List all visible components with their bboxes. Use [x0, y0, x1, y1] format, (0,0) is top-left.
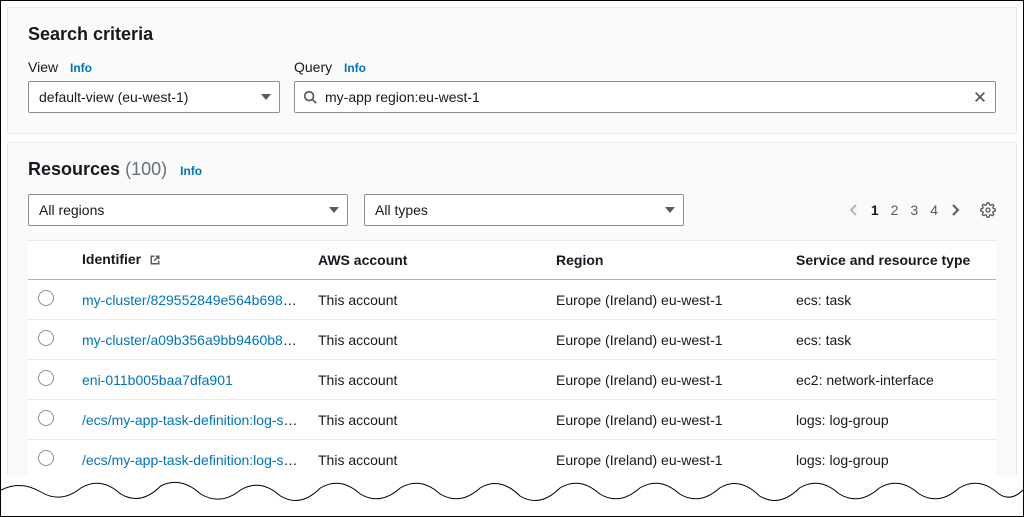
external-link-icon — [149, 253, 161, 269]
row-select-cell — [28, 360, 72, 400]
row-service-type-cell: ec2: network-interface — [786, 360, 996, 400]
row-identifier-cell: my-cluster/a09b356a9bb9460b88239d... — [72, 320, 308, 360]
row-region-cell: Europe (Ireland) eu-west-1 — [546, 440, 786, 480]
row-region-cell: Europe (Ireland) eu-west-1 — [546, 480, 786, 517]
row-select-cell — [28, 440, 72, 480]
caret-down-icon — [261, 94, 271, 100]
row-identifier-cell: my-cluster/829552849e564b6986ef6b... — [72, 280, 308, 320]
query-info-link[interactable]: Info — [344, 61, 366, 75]
row-region-cell: Europe (Ireland) eu-west-1 — [546, 320, 786, 360]
resource-identifier-link[interactable]: my-cluster/829552849e564b6986ef6b... — [82, 292, 308, 308]
row-account-cell: This account — [308, 480, 546, 517]
settings-gear-icon[interactable] — [980, 202, 996, 218]
search-criteria-title: Search criteria — [28, 24, 996, 45]
query-field: Query Info — [294, 59, 996, 113]
type-filter-select[interactable]: All types — [364, 194, 684, 226]
resources-title: Resources — [28, 159, 120, 179]
resources-title-row: Resources (100) Info — [28, 159, 996, 180]
row-select-cell — [28, 480, 72, 517]
row-service-type-cell: logs: log-group — [786, 440, 996, 480]
table-row[interactable]: /ecs/my-app-task-definition:log-stream..… — [28, 440, 996, 480]
row-select-cell — [28, 320, 72, 360]
region-filter-select[interactable]: All regions — [28, 194, 348, 226]
row-region-cell: Europe (Ireland) eu-west-1 — [546, 400, 786, 440]
table-header-row: Identifier AWS account Region Service an… — [28, 241, 996, 280]
query-input-wrap — [294, 81, 996, 113]
resource-identifier-link[interactable]: /ecs/my-app-task-definition:log-stream..… — [82, 412, 308, 428]
search-icon — [303, 90, 317, 104]
resource-identifier-link[interactable]: my-cluster/a09b356a9bb9460b88239d... — [82, 332, 308, 348]
query-input[interactable] — [323, 88, 967, 106]
page-next-button[interactable] — [950, 203, 960, 217]
row-radio[interactable] — [38, 330, 54, 346]
view-select[interactable]: default-view (eu-west-1) — [28, 81, 280, 113]
caret-down-icon — [329, 207, 339, 213]
row-service-type-cell: ecs: task — [786, 320, 996, 360]
resources-table: Identifier AWS account Region Service an… — [28, 240, 996, 517]
row-service-type-cell: logs: log-group — [786, 480, 996, 517]
table-row[interactable]: my-cluster/a09b356a9bb9460b88239d...This… — [28, 320, 996, 360]
row-radio[interactable] — [38, 370, 54, 386]
row-account-cell: This account — [308, 280, 546, 320]
row-identifier-cell: /ecs/my-app-task-definition:log-stream..… — [72, 440, 308, 480]
column-header-identifier[interactable]: Identifier — [72, 241, 308, 280]
column-header-identifier-text: Identifier — [82, 251, 141, 267]
query-field-label: Query Info — [294, 59, 996, 75]
clear-icon[interactable] — [973, 90, 987, 104]
view-field-label: View Info — [28, 59, 280, 75]
row-radio[interactable] — [38, 410, 54, 426]
resources-panel: Resources (100) Info All regions All typ… — [7, 142, 1017, 517]
row-select-cell — [28, 280, 72, 320]
row-select-cell — [28, 400, 72, 440]
row-identifier-cell: /ecs/my-app-task-definition:log-stream..… — [72, 480, 308, 517]
row-account-cell: This account — [308, 320, 546, 360]
caret-down-icon — [665, 207, 675, 213]
column-header-service-type[interactable]: Service and resource type — [786, 241, 996, 280]
row-identifier-cell: /ecs/my-app-task-definition:log-stream..… — [72, 400, 308, 440]
row-identifier-cell: eni-011b005baa7dfa901 — [72, 360, 308, 400]
region-filter-value: All regions — [39, 202, 104, 218]
view-select-value: default-view (eu-west-1) — [39, 89, 188, 105]
table-row[interactable]: /ecs/my-app-task-definition:log-stream..… — [28, 400, 996, 440]
row-radio[interactable] — [38, 290, 54, 306]
row-account-cell: This account — [308, 360, 546, 400]
table-row[interactable]: eni-011b005baa7dfa901 This accountEurope … — [28, 360, 996, 400]
row-region-cell: Europe (Ireland) eu-west-1 — [546, 280, 786, 320]
table-row[interactable]: /ecs/my-app-task-definition:log-stream..… — [28, 480, 996, 517]
row-account-cell: This account — [308, 400, 546, 440]
row-service-type-cell: logs: log-group — [786, 400, 996, 440]
column-header-aws-account[interactable]: AWS account — [308, 241, 546, 280]
filters-row: All regions All types 1 2 3 4 — [28, 194, 996, 226]
page-number-3[interactable]: 3 — [910, 202, 918, 218]
row-radio[interactable] — [38, 450, 54, 466]
column-header-region[interactable]: Region — [546, 241, 786, 280]
pagination: 1 2 3 4 — [849, 202, 996, 218]
search-criteria-panel: Search criteria View Info default-view (… — [7, 7, 1017, 134]
page-number-2[interactable]: 2 — [891, 202, 899, 218]
resources-info-link[interactable]: Info — [180, 164, 202, 178]
column-header-select — [28, 241, 72, 280]
page-number-1[interactable]: 1 — [871, 202, 879, 218]
row-account-cell: This account — [308, 440, 546, 480]
type-filter-value: All types — [375, 202, 428, 218]
view-info-link[interactable]: Info — [70, 61, 92, 75]
resource-identifier-link[interactable]: /ecs/my-app-task-definition:log-stream..… — [82, 452, 308, 468]
row-region-cell: Europe (Ireland) eu-west-1 — [546, 360, 786, 400]
resources-count: (100) — [125, 159, 167, 179]
row-service-type-cell: ecs: task — [786, 280, 996, 320]
resource-identifier-link[interactable]: /ecs/my-app-task-definition:log-stream..… — [82, 492, 308, 508]
page-number-4[interactable]: 4 — [930, 202, 938, 218]
query-label-text: Query — [294, 59, 332, 75]
row-radio[interactable] — [38, 490, 54, 506]
view-label-text: View — [28, 59, 58, 75]
page-prev-button[interactable] — [849, 203, 859, 217]
resource-identifier-link[interactable]: eni-011b005baa7dfa901 — [82, 372, 233, 388]
view-field: View Info default-view (eu-west-1) — [28, 59, 280, 113]
table-row[interactable]: my-cluster/829552849e564b6986ef6b...This… — [28, 280, 996, 320]
